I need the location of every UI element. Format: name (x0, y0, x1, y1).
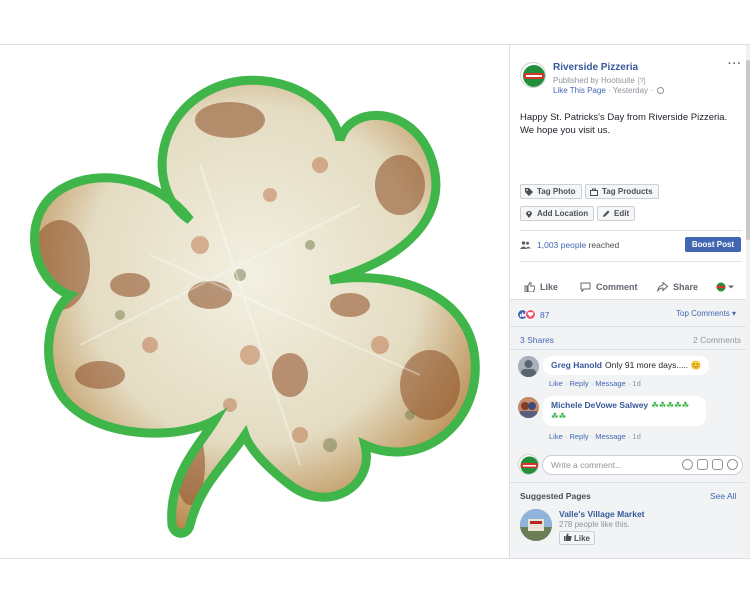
thumbs-up-icon (563, 533, 572, 543)
add-location-button[interactable]: Add Location (520, 206, 595, 221)
edit-label: Edit (614, 209, 630, 218)
comment-author-link[interactable]: Michele DeVowe Salwey (551, 400, 648, 410)
tag-products-button[interactable]: Tag Products (585, 184, 659, 199)
scrollbar-thumb[interactable] (746, 60, 750, 240)
share-action-label: Share (673, 282, 699, 292)
shopping-bag-icon (590, 188, 598, 196)
meta-separator-2: · (650, 86, 653, 95)
gif-icon[interactable] (712, 459, 723, 470)
divider (520, 230, 742, 231)
reach-suffix: reached (586, 240, 620, 250)
help-link[interactable]: [?] (638, 78, 646, 85)
post-details-panel: Riverside Pizzeria Published by Hootsuit… (509, 45, 746, 558)
suggested-pages-heading: Suggested Pages (520, 491, 591, 501)
location-pin-icon (525, 210, 533, 218)
reaction-count[interactable]: 87 (540, 310, 549, 320)
post-meta: Like This Page · Yesterday · (553, 86, 665, 95)
post-message-line-1: Happy St. Patricks's Day from Riverside … (520, 112, 728, 123)
camera-icon[interactable] (697, 459, 708, 470)
reach-count-link[interactable]: 1,003 people (537, 240, 586, 250)
comment-bubble: Greg Hanold Only 91 more days..... 😊 (543, 356, 710, 375)
published-by-text: Published by Hootsuite (553, 76, 635, 85)
comment-actions: Like · Reply · Message · 1d (549, 379, 641, 388)
tag-photo-button[interactable]: Tag Photo (520, 184, 582, 199)
comment-input-placeholder: Write a comment... (551, 460, 623, 470)
suggested-page-name[interactable]: Valle's Village Market (559, 509, 645, 519)
shamrock-emoji-line-1: ☘☘☘☘☘ (651, 400, 690, 410)
like-action-label: Like (540, 282, 559, 292)
divider (510, 299, 746, 300)
sticker-icon[interactable] (727, 459, 738, 470)
comment-author-link[interactable]: Greg Hanold (551, 360, 602, 370)
suggested-page-avatar[interactable] (520, 509, 552, 541)
comment-bubble-icon (580, 282, 591, 293)
comment-actions: Like · Reply · Message · 1d (549, 432, 641, 441)
composer-icons (682, 459, 738, 470)
divider (510, 482, 746, 483)
page-avatar-dropdown-icon (716, 282, 734, 292)
see-all-link[interactable]: See All (710, 491, 736, 501)
post-message-line-2: We hope you visit us. (520, 125, 611, 136)
page-name-link[interactable]: Riverside Pizzeria (553, 62, 638, 73)
comment-reply-link[interactable]: Reply (569, 379, 588, 388)
comment-input[interactable]: Write a comment... (542, 455, 743, 475)
boost-post-button[interactable]: Boost Post (685, 237, 741, 252)
suggested-page-like-button[interactable]: Like (559, 531, 595, 545)
post-header: Riverside Pizzeria Published by Hootsuit… (520, 58, 742, 102)
reaction-summary[interactable]: 87 (517, 309, 549, 320)
divider (510, 326, 746, 327)
comment-like-link[interactable]: Like (549, 379, 563, 388)
tag-products-label: Tag Products (602, 187, 653, 196)
post-as-selector[interactable] (715, 282, 735, 292)
tag-icon (525, 187, 533, 196)
share-arrow-icon (657, 281, 669, 292)
current-page-avatar (518, 454, 539, 475)
commenter-avatar[interactable] (518, 397, 539, 418)
post-timestamp[interactable]: Yesterday (613, 86, 648, 95)
divider (510, 349, 746, 350)
people-icon (520, 241, 531, 249)
share-action-button[interactable]: Share (657, 281, 699, 292)
page-avatar[interactable] (520, 62, 546, 88)
comment-text: Only 91 more days..... (605, 360, 689, 370)
comment-bubble: Michele DeVowe Salwey ☘☘☘☘☘ ☘☘ (543, 396, 706, 426)
globe-icon[interactable] (657, 87, 665, 94)
comment-message-link[interactable]: Message (595, 379, 625, 388)
pencil-icon (602, 210, 610, 218)
divider (520, 261, 742, 262)
published-by: Published by Hootsuite [?] (553, 76, 646, 85)
shares-link[interactable]: 3 Shares (520, 335, 554, 345)
shamrock-pizza-image (0, 45, 508, 557)
like-this-page-link[interactable]: Like This Page (553, 86, 606, 95)
tag-photo-label: Tag Photo (537, 187, 576, 196)
top-comments-dropdown[interactable]: Top Comments ▾ (676, 309, 736, 318)
comment-message-link[interactable]: Message (595, 432, 625, 441)
commenter-avatar[interactable] (518, 356, 539, 377)
suggested-like-label: Like (573, 533, 590, 543)
comment-time[interactable]: 1d (632, 432, 640, 441)
add-location-label: Add Location (537, 209, 589, 218)
comment-like-link[interactable]: Like (549, 432, 563, 441)
emoji-icon[interactable] (682, 459, 693, 470)
edit-button[interactable]: Edit (597, 206, 636, 221)
comment-action-label: Comment (596, 282, 638, 292)
shamrock-emoji-line-2: ☘☘ (551, 411, 567, 421)
comment-reply-link[interactable]: Reply (569, 432, 588, 441)
smile-emoji: 😊 (690, 360, 702, 370)
love-reaction-icon (525, 309, 536, 320)
like-action-button[interactable]: Like (524, 281, 559, 293)
post-message: Happy St. Patricks's Day from Riverside … (520, 111, 745, 137)
facebook-photo-viewer: Riverside Pizzeria Published by Hootsuit… (0, 0, 750, 612)
suggested-page-likes: 278 people like this. (559, 520, 630, 529)
post-photo[interactable] (0, 45, 508, 557)
bottom-divider (0, 558, 750, 559)
more-options-icon[interactable]: ··· (728, 58, 742, 70)
meta-separator: · (608, 86, 611, 95)
comment-action-button[interactable]: Comment (580, 282, 638, 293)
reach-summary: 1,003 people reached (520, 240, 619, 250)
comment-count[interactable]: 2 Comments (693, 335, 741, 345)
thumbs-up-icon (524, 281, 536, 293)
comment-time[interactable]: 1d (632, 379, 640, 388)
